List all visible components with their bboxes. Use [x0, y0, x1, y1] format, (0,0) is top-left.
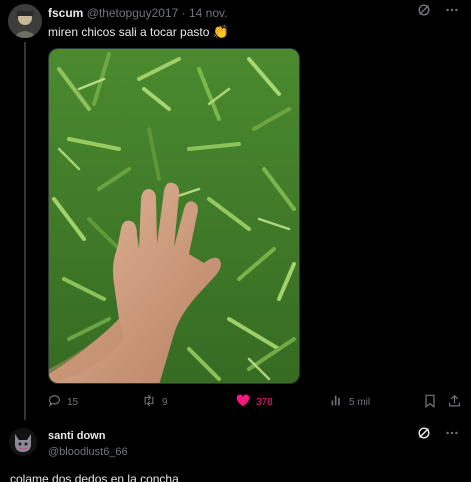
reply-display-name[interactable]: santi down — [48, 430, 105, 442]
reply-top-actions — [417, 426, 459, 440]
views-button[interactable]: 5 mil — [330, 394, 370, 410]
more-icon[interactable] — [445, 426, 459, 440]
reply-avatar[interactable] — [9, 428, 37, 456]
separator: · — [181, 6, 186, 20]
tweet-top-actions — [417, 3, 459, 17]
bookmark-button[interactable] — [424, 394, 436, 411]
like-button[interactable]: 378 — [236, 394, 273, 410]
handle[interactable]: @thetopguy2017 — [87, 6, 179, 20]
display-name[interactable]: fscum — [48, 6, 83, 20]
views-icon — [330, 394, 343, 410]
tweet-text-body: miren chicos sali a tocar pasto — [48, 25, 210, 39]
timeline: fscum @thetopguy2017 · 14 nov. miren chi… — [0, 0, 471, 482]
grok-icon[interactable] — [417, 3, 431, 17]
like-count: 378 — [256, 396, 273, 408]
views-count: 5 mil — [349, 396, 371, 408]
reply-icon — [48, 394, 61, 410]
grok-icon[interactable] — [417, 426, 431, 440]
timestamp[interactable]: 14 nov. — [189, 6, 227, 20]
bookmark-icon — [424, 394, 436, 411]
tweet-photo[interactable] — [48, 48, 300, 384]
share-icon — [448, 394, 461, 411]
reply-button[interactable]: 15 — [48, 394, 78, 410]
tweet-action-bar: 15 9 378 5 mil — [48, 394, 468, 410]
reply-handle[interactable]: @bloodlust6_66 — [48, 446, 128, 458]
reply-text: colame dos dedos en la concha — [10, 472, 179, 482]
clap-emoji: 👏 — [212, 24, 229, 39]
retweet-button[interactable]: 9 — [142, 394, 168, 410]
retweet-icon — [142, 394, 156, 410]
reply-count: 15 — [67, 396, 79, 408]
thread-line — [24, 42, 26, 420]
like-icon — [236, 394, 250, 410]
tweet-header: fscum @thetopguy2017 · 14 nov. — [48, 6, 227, 20]
more-icon[interactable] — [445, 3, 459, 17]
avatar[interactable] — [8, 4, 42, 38]
retweet-count: 9 — [162, 396, 168, 408]
reply-header: santi down — [48, 430, 105, 442]
share-button[interactable] — [448, 394, 461, 411]
tweet-text: miren chicos sali a tocar pasto 👏 — [48, 24, 229, 40]
